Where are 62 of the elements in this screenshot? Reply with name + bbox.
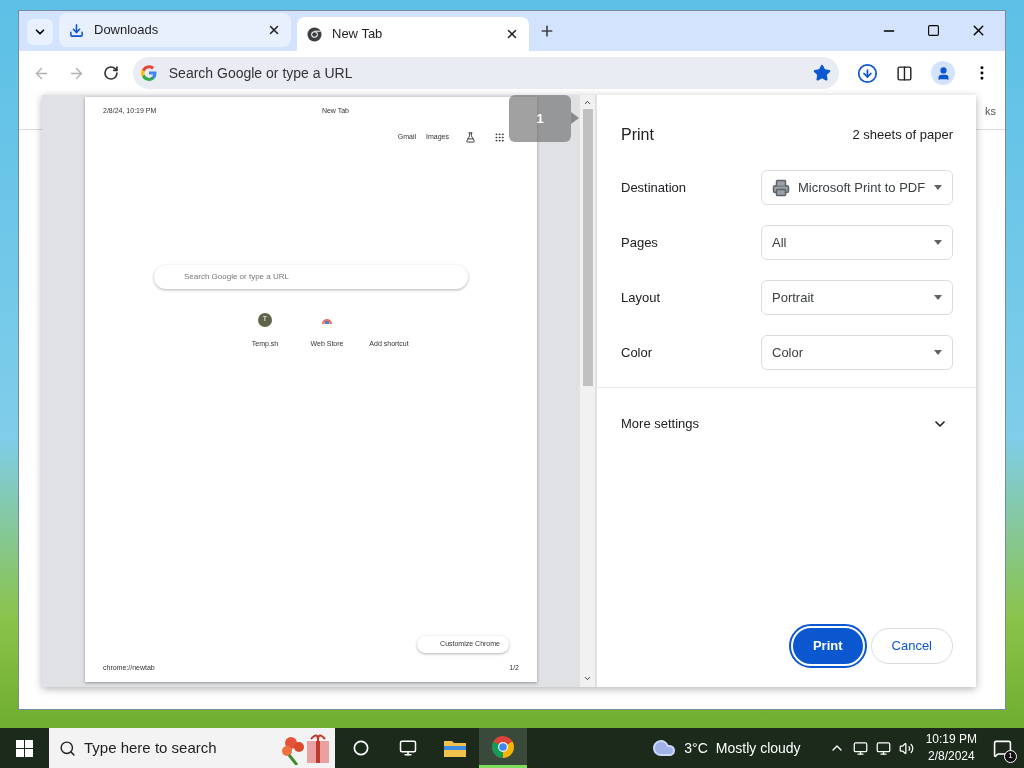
scrollbar-thumb[interactable] bbox=[582, 109, 593, 386]
dropdown-caret-icon bbox=[934, 350, 942, 355]
tab-title: New Tab bbox=[332, 25, 384, 44]
setting-label: Layout bbox=[621, 288, 661, 307]
setting-label: Pages bbox=[621, 233, 658, 252]
scroll-up-icon[interactable] bbox=[583, 98, 592, 107]
scroll-down-icon[interactable] bbox=[583, 674, 592, 683]
folder-icon bbox=[444, 739, 466, 757]
windows-start-icon[interactable] bbox=[16, 739, 33, 757]
dropdown-caret-icon bbox=[934, 295, 942, 300]
cortana-icon[interactable] bbox=[353, 740, 369, 756]
address-bar[interactable]: Search Google or type a URL bbox=[132, 57, 840, 89]
clock-time: 10:19 PM bbox=[925, 731, 977, 748]
download-icon bbox=[69, 22, 84, 38]
browser-tab[interactable]: Downloads bbox=[59, 13, 291, 47]
bookmark-star-icon[interactable] bbox=[813, 64, 832, 82]
temperature: 3°C bbox=[684, 738, 708, 758]
network-icon[interactable] bbox=[852, 740, 868, 756]
tab-search-button[interactable] bbox=[27, 19, 53, 45]
search-icon bbox=[59, 739, 76, 757]
page-number-badge: 1 bbox=[509, 95, 571, 142]
background-text-fragment: ks bbox=[985, 105, 996, 117]
setting-dropdown[interactable]: Microsoft Print to PDF bbox=[761, 170, 953, 205]
dropdown-caret-icon bbox=[934, 185, 942, 190]
setting-dropdown[interactable]: All bbox=[761, 225, 953, 260]
tab-title: Downloads bbox=[94, 21, 160, 40]
taskbar-search-field[interactable]: Type here to search bbox=[49, 728, 335, 768]
preview-scrollbar[interactable] bbox=[580, 95, 595, 687]
flask-icon bbox=[465, 131, 476, 143]
weather-condition: Mostly cloudy bbox=[715, 738, 801, 758]
printer-icon bbox=[772, 178, 790, 197]
address-field[interactable]: Search Google or type a URL bbox=[168, 62, 802, 84]
notification-count: 1 bbox=[1004, 749, 1017, 763]
browser-tab[interactable]: New Tab bbox=[297, 17, 529, 51]
apps-grid-icon bbox=[494, 131, 505, 143]
taskbar-app[interactable] bbox=[479, 728, 527, 768]
close-tab-icon[interactable] bbox=[505, 27, 519, 41]
notification-icon[interactable] bbox=[993, 738, 1012, 758]
display-icon[interactable] bbox=[875, 740, 891, 756]
cancel-button[interactable]: Cancel bbox=[870, 628, 953, 664]
setting-dropdown[interactable]: Portrait bbox=[761, 280, 953, 315]
chrome-logo-icon bbox=[492, 735, 514, 758]
setting-dropdown[interactable]: Color bbox=[761, 335, 953, 370]
more-settings-toggle[interactable]: More settings bbox=[597, 388, 976, 460]
side-panel-icon[interactable] bbox=[896, 64, 914, 82]
dropdown-caret-icon bbox=[934, 240, 942, 245]
maximize-icon[interactable] bbox=[927, 24, 940, 37]
sheet-count: 2 sheets of paper bbox=[852, 126, 953, 145]
download-icon[interactable] bbox=[857, 62, 879, 84]
clock-date: 2/8/2024 bbox=[927, 748, 975, 765]
close-tab-icon[interactable] bbox=[267, 23, 281, 37]
setting-label: Destination bbox=[621, 178, 687, 197]
google-logo-icon bbox=[140, 65, 157, 81]
badge-pointer-icon bbox=[571, 112, 579, 124]
setting-label: Color bbox=[621, 343, 653, 362]
task-view-icon[interactable] bbox=[399, 739, 417, 757]
reload-icon[interactable] bbox=[102, 65, 119, 81]
profile-icon[interactable] bbox=[931, 61, 956, 85]
volume-icon[interactable] bbox=[898, 740, 914, 756]
new-tab-icon[interactable] bbox=[539, 23, 555, 39]
print-title: Print bbox=[621, 125, 654, 145]
chrome-logo-icon bbox=[307, 26, 322, 42]
